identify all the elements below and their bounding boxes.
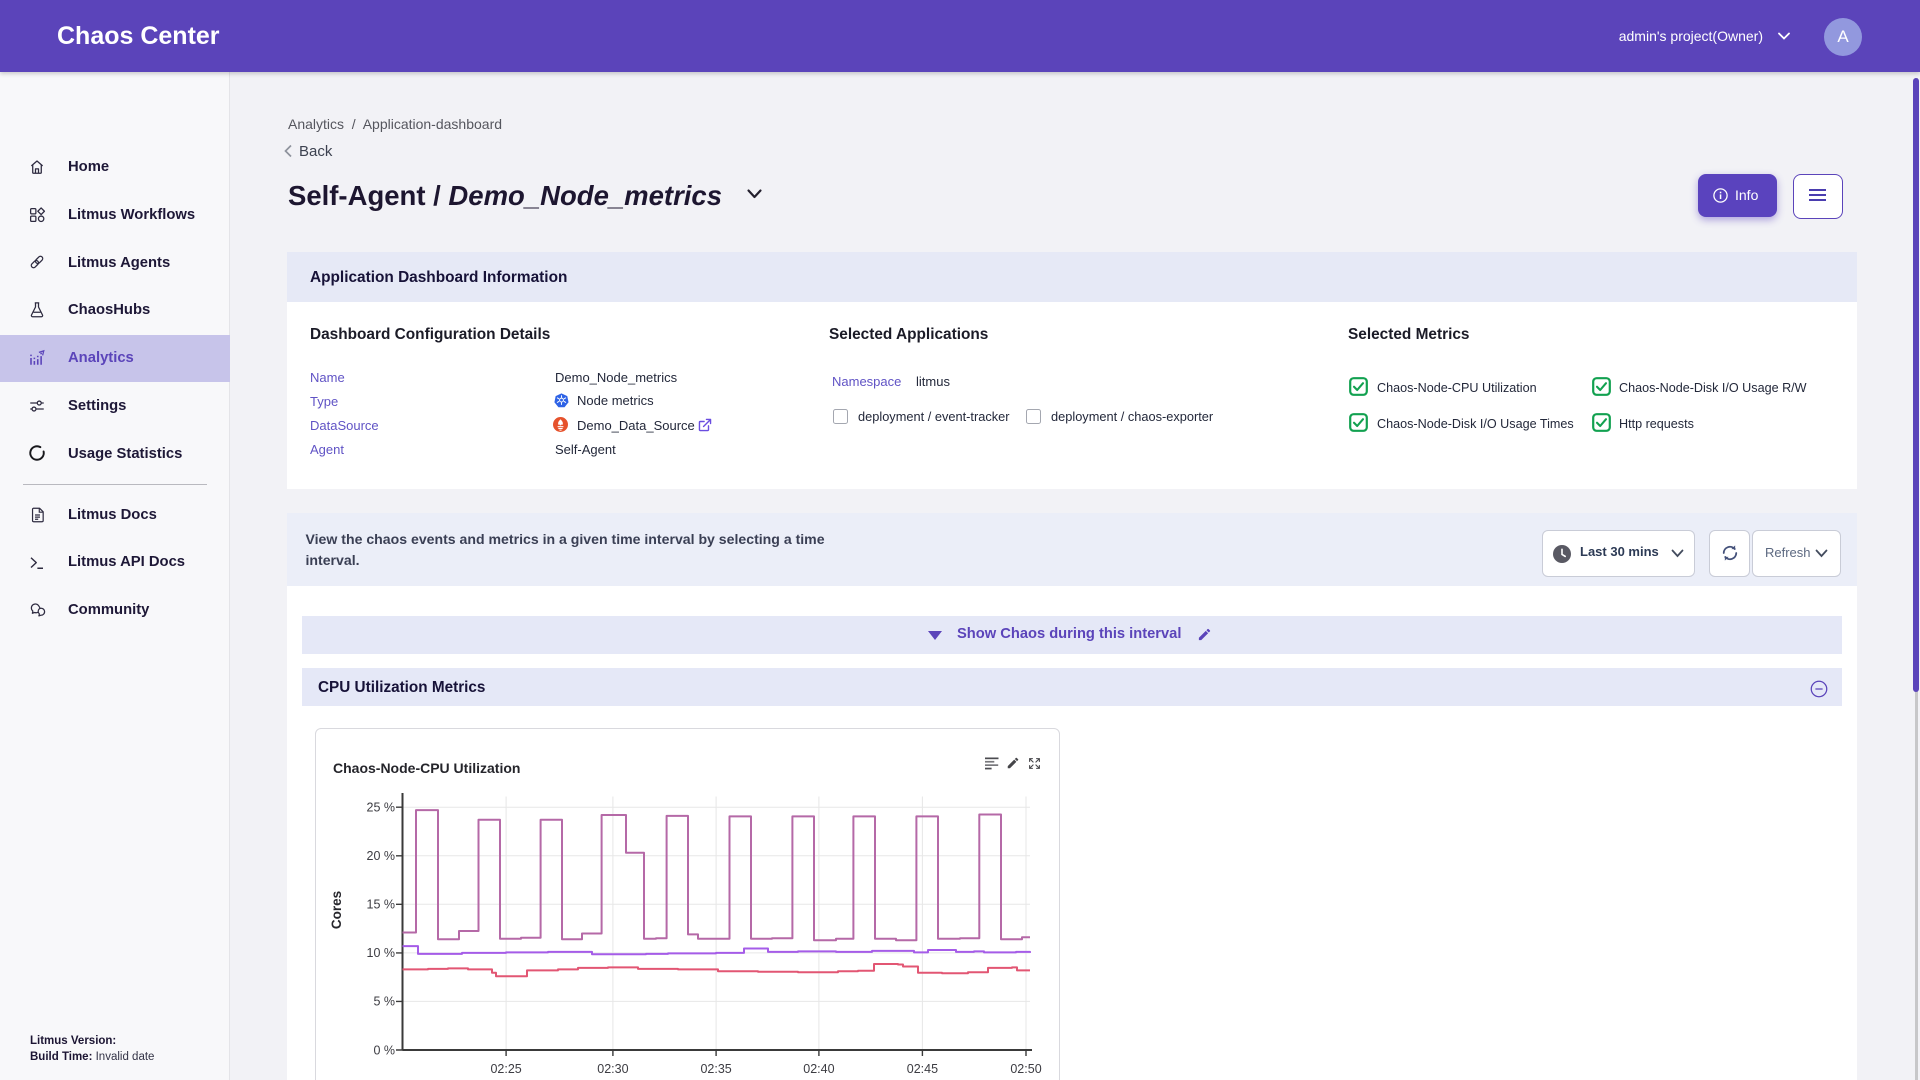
- svg-text:02:50: 02:50: [1010, 1062, 1041, 1076]
- svg-text:02:35: 02:35: [700, 1062, 731, 1076]
- svg-text:0 %: 0 %: [373, 1043, 395, 1057]
- svg-text:15 %: 15 %: [367, 898, 396, 912]
- svg-text:02:45: 02:45: [907, 1062, 938, 1076]
- svg-text:02:30: 02:30: [597, 1062, 628, 1076]
- svg-text:10 %: 10 %: [367, 946, 396, 960]
- svg-text:5 %: 5 %: [373, 995, 395, 1009]
- svg-text:25 %: 25 %: [367, 801, 396, 815]
- svg-text:02:40: 02:40: [803, 1062, 834, 1076]
- svg-text:Cores: Cores: [329, 891, 344, 929]
- svg-text:20 %: 20 %: [367, 849, 396, 863]
- svg-text:02:25: 02:25: [490, 1062, 521, 1076]
